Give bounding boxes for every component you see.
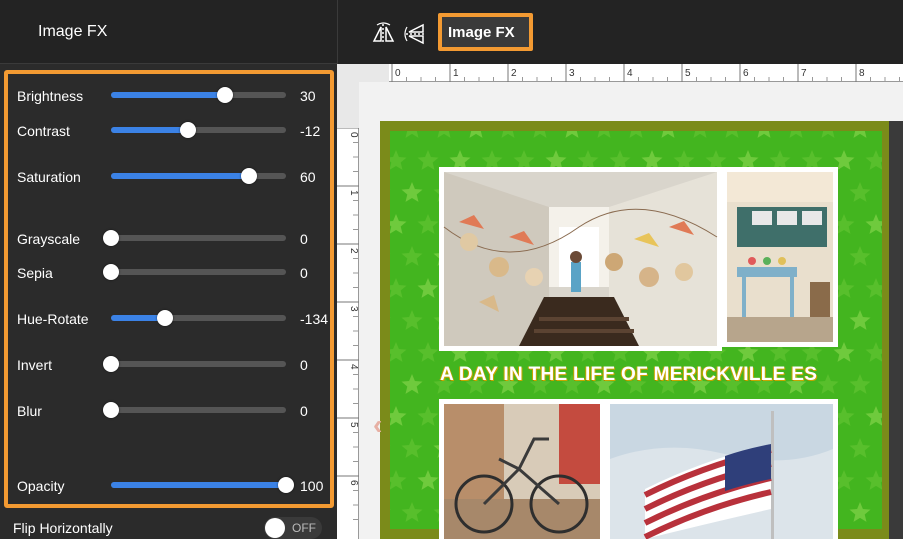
slider-value: 100: [300, 478, 324, 494]
image-fx-button-label: Image FX: [448, 24, 515, 41]
left-ruler: 0 1 2 3 4 5 6: [337, 127, 359, 539]
slider-track: [111, 269, 286, 275]
slider-value: 30: [300, 88, 316, 104]
ruler-tick-label: 5: [685, 68, 691, 79]
ruler-tick-label: 8: [859, 68, 865, 79]
ruler-tick-label: 4: [348, 364, 359, 370]
slider-value: -134: [300, 311, 329, 327]
ruler-tick-label: 2: [511, 68, 517, 79]
slider-thumb[interactable]: [241, 168, 258, 184]
slider-fill: [111, 92, 225, 98]
slider-track: [111, 361, 286, 367]
slider-row-brightness: Brightness 30: [8, 84, 338, 108]
panel-title: Image FX: [38, 23, 108, 40]
slider-row-opacity: Opacity 100: [8, 474, 338, 498]
ruler-tick-label: 5: [348, 422, 359, 428]
slider-value: 0: [300, 265, 308, 281]
saturation-slider[interactable]: [111, 168, 286, 184]
slider-row-blur: Blur 0: [8, 399, 338, 423]
fx-sliders-group: Brightness 30 Contrast -12 Saturation 60 Grays…: [4, 70, 334, 508]
slider-thumb[interactable]: [180, 122, 196, 138]
page-edge: [889, 121, 903, 539]
slider-label: Saturation: [17, 169, 81, 185]
slider-label: Blur: [17, 403, 42, 419]
flip-horizontal-icon[interactable]: [372, 22, 396, 46]
photo-staircase[interactable]: [439, 167, 722, 351]
toggle-knob: [265, 518, 285, 538]
ruler-tick-label: 0: [348, 132, 359, 138]
slider-thumb[interactable]: [157, 310, 174, 326]
page-caption[interactable]: A DAY IN THE LIFE OF MERICKVILLE ES: [440, 364, 817, 386]
slider-label: Invert: [17, 357, 53, 373]
slider-label: Grayscale: [17, 231, 81, 247]
slider-value: 0: [300, 403, 308, 419]
slider-value: 0: [300, 231, 308, 247]
slider-fill: [111, 482, 286, 488]
slider-label: Sepia: [17, 265, 53, 281]
flip-horizontal-toggle[interactable]: OFF: [264, 517, 322, 539]
ruler-tick-label: 4: [627, 68, 633, 79]
image-fx-button[interactable]: Image FX: [438, 13, 533, 51]
slider-thumb[interactable]: [103, 402, 119, 418]
slider-row-sepia: Sepia 0: [8, 261, 338, 285]
photo-bicycle[interactable]: [439, 399, 605, 539]
image-fx-panel: Image FX Brightness 30 Contrast -12 Saturati…: [0, 0, 337, 539]
previous-page-arrow-icon[interactable]: ‹: [373, 409, 382, 441]
grayscale-slider[interactable]: [103, 230, 286, 246]
ruler-tick-label: 1: [453, 68, 459, 79]
slider-fill: [111, 127, 188, 133]
slider-row-hue-rotate: Hue-Rotate -134: [8, 307, 338, 331]
flip-horizontal-row: Flip Horizontally OFF: [0, 515, 337, 539]
opacity-slider[interactable]: [111, 477, 294, 493]
slider-thumb[interactable]: [216, 87, 233, 103]
slider-track: [111, 235, 286, 241]
slider-label: Hue-Rotate: [17, 311, 89, 327]
slider-row-invert: Invert 0: [8, 353, 338, 377]
ruler-tick-label: 7: [801, 68, 807, 79]
slider-row-contrast: Contrast -12: [8, 119, 338, 143]
app-root: Image FX Brightness 30 Contrast -12 Saturati…: [0, 0, 903, 539]
slider-label: Brightness: [17, 88, 84, 104]
slider-label: Opacity: [17, 478, 65, 494]
ruler-tick-label: 3: [569, 68, 575, 79]
photo-flag[interactable]: [605, 399, 838, 539]
sepia-slider[interactable]: [103, 264, 286, 280]
slider-value: -12: [300, 123, 321, 139]
slider-thumb[interactable]: [278, 477, 294, 493]
top-toolbar: Image FX: [337, 0, 903, 64]
blur-slider[interactable]: [103, 402, 286, 418]
ruler-tick-label: 6: [743, 68, 749, 79]
slider-value: 0: [300, 357, 308, 373]
toggle-state-text: OFF: [292, 521, 316, 535]
ruler-tick-label: 0: [395, 68, 401, 79]
photo-classroom[interactable]: [722, 167, 838, 347]
slider-row-saturation: Saturation 60: [8, 165, 338, 189]
brightness-slider[interactable]: [111, 87, 286, 103]
ruler-tick-label: 1: [348, 190, 359, 196]
top-ruler: 0 1 2 3 4 5 6 7 8: [389, 64, 903, 82]
flip-vertical-icon[interactable]: [404, 22, 428, 46]
hue-rotate-slider[interactable]: [111, 310, 286, 326]
slider-row-grayscale: Grayscale 0: [8, 227, 338, 251]
slider-fill: [111, 173, 250, 179]
slider-thumb[interactable]: [103, 356, 119, 372]
slider-value: 60: [300, 169, 316, 185]
contrast-slider[interactable]: [111, 122, 286, 138]
invert-slider[interactable]: [103, 356, 286, 372]
flip-horizontal-label: Flip Horizontally: [13, 520, 113, 536]
panel-header: Image FX: [0, 0, 337, 64]
ruler-tick-label: 2: [348, 248, 359, 254]
slider-thumb[interactable]: [103, 264, 119, 280]
ruler-tick-label: 3: [348, 306, 359, 312]
slider-track: [111, 407, 286, 413]
ruler-tick-label: 6: [348, 480, 359, 486]
slider-thumb[interactable]: [103, 230, 119, 246]
slider-label: Contrast: [17, 123, 70, 139]
